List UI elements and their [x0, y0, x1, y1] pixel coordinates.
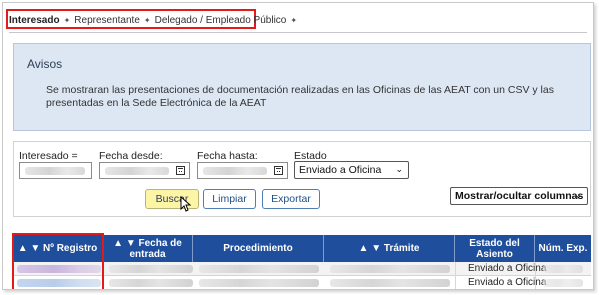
mouse-pointer-icon [180, 196, 192, 212]
column-divider [455, 262, 456, 276]
fecha-desde-input[interactable] [99, 162, 190, 179]
notice-text: Se mostraran las presentaciones de docum… [46, 84, 554, 109]
redacted-tramite [330, 265, 450, 273]
chevron-down-icon: ⌄ [395, 164, 403, 174]
redacted-tramite [330, 279, 450, 287]
tab-separator-icon: ✦ [290, 15, 298, 25]
calendar-icon[interactable] [274, 166, 283, 175]
redacted-procedimiento [199, 279, 319, 287]
tab-interesado[interactable]: Interesado [9, 15, 60, 26]
col-header-procedimiento: Procedimiento [193, 235, 324, 262]
estado-select-value: Enviado a Oficina [299, 164, 382, 176]
redacted-value [25, 167, 85, 175]
notice-panel: Avisos Se mostraran las presentaciones d… [13, 43, 591, 131]
tab-delegado[interactable]: Delegado / Empleado Público [155, 15, 287, 26]
columns-toggle-label: Mostrar/ocultar columnas [455, 190, 584, 202]
redacted-procedimiento [199, 265, 319, 273]
tab-separator-icon: ✦ [143, 15, 151, 25]
tabs-divider [9, 32, 587, 33]
redacted-fecha [109, 265, 193, 273]
columns-toggle-select[interactable]: Mostrar/ocultar columnas ⌄ [450, 187, 588, 205]
page-frame: Interesado ✦ Representante ✦ Delegado / … [2, 2, 594, 290]
column-divider [455, 276, 456, 289]
search-filters: Interesado = Fecha desde: Fecha hasta: E… [13, 141, 591, 217]
redacted-fecha [109, 279, 193, 287]
tab-representante[interactable]: Representante [74, 15, 140, 26]
role-tabs: Interesado ✦ Representante ✦ Delegado / … [9, 12, 301, 28]
tab-separator-icon: ✦ [63, 15, 71, 25]
fecha-hasta-label: Fecha hasta: [197, 150, 258, 162]
calendar-icon[interactable] [176, 166, 185, 175]
column-divider [535, 276, 536, 289]
notice-title: Avisos [27, 57, 63, 71]
redacted-value [203, 167, 267, 175]
redacted-expediente [543, 279, 583, 287]
estado-select[interactable]: Enviado a Oficina ⌄ [294, 161, 409, 179]
column-divider [535, 262, 536, 276]
chevron-down-icon: ⌄ [574, 190, 582, 200]
col-header-estado: Estado del Asiento [455, 235, 535, 262]
redacted-expediente [543, 265, 583, 273]
exportar-button[interactable]: Exportar [262, 189, 320, 209]
interesado-label: Interesado = [19, 150, 78, 162]
col-header-expediente: Núm. Exp. [538, 243, 588, 254]
fecha-desde-label: Fecha desde: [99, 150, 163, 162]
registro-column-highlight-box [12, 233, 104, 289]
col-header-fecha[interactable]: ▲ ▼ Fecha de entrada [103, 235, 193, 262]
redacted-value [105, 167, 169, 175]
col-header-tramite[interactable]: ▲ ▼ Trámite [324, 235, 455, 262]
limpiar-button[interactable]: Limpiar [203, 189, 256, 209]
fecha-hasta-input[interactable] [197, 162, 288, 179]
interesado-input[interactable] [19, 162, 92, 179]
